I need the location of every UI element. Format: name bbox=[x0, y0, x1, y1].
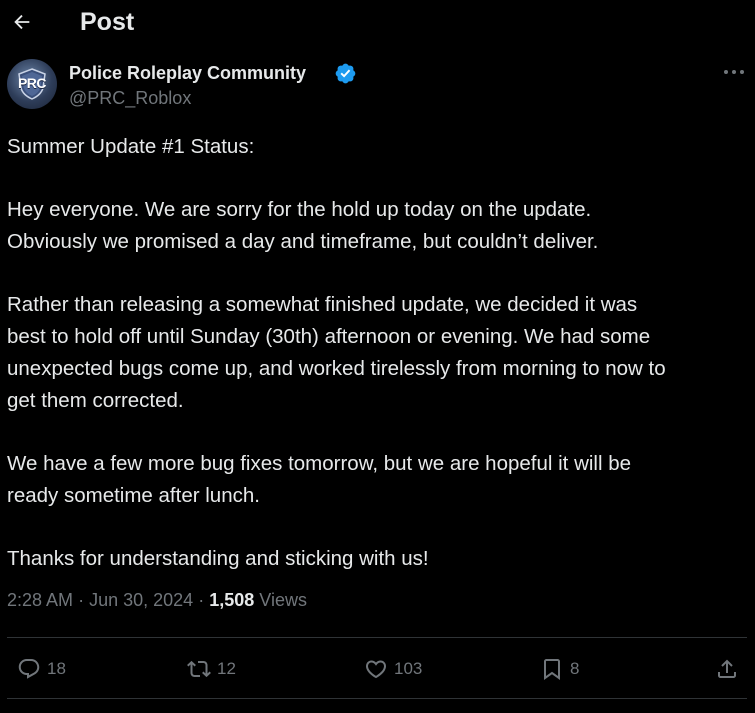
post-line: Thanks for understanding and sticking wi… bbox=[7, 547, 429, 570]
share-button[interactable] bbox=[715, 650, 739, 688]
post-author: PRC Police Roleplay Community @PRC_Roblo… bbox=[7, 59, 747, 115]
author-display-name[interactable]: Police Roleplay Community bbox=[69, 63, 306, 84]
separator: · bbox=[198, 590, 205, 610]
post-line: Hey everyone. We are sorry for the hold … bbox=[7, 198, 592, 221]
avatar-logo-text: PRC bbox=[17, 75, 47, 91]
post-date[interactable]: Jun 30, 2024 bbox=[89, 590, 193, 610]
bookmark-count: 8 bbox=[570, 659, 580, 678]
divider bbox=[7, 698, 747, 699]
post-line: Obviously we promised a day and timefram… bbox=[7, 230, 599, 253]
page-title: Post bbox=[80, 8, 135, 36]
post-line: get them corrected. bbox=[7, 389, 184, 412]
repost-count: 12 bbox=[217, 659, 236, 678]
more-options-button[interactable] bbox=[721, 62, 747, 82]
post-metadata: 2:28 AM · Jun 30, 2024 · 1,508 Views bbox=[7, 590, 307, 611]
post-line: We have a few more bug fixes tomorrow, b… bbox=[7, 452, 632, 475]
like-button[interactable]: 103 bbox=[364, 650, 422, 688]
more-horizontal-icon bbox=[724, 70, 744, 74]
share-icon bbox=[718, 659, 736, 678]
reply-icon bbox=[18, 659, 40, 679]
arrow-left-icon bbox=[14, 14, 30, 30]
action-bar: 18 12 103 8 bbox=[0, 650, 755, 688]
post-line: Rather than releasing a somewhat finishe… bbox=[7, 293, 638, 316]
divider bbox=[7, 637, 747, 638]
like-count: 103 bbox=[394, 659, 423, 678]
post-line: Summer Update #1 Status: bbox=[7, 135, 255, 158]
repost-button[interactable]: 12 bbox=[187, 650, 236, 688]
back-button[interactable] bbox=[8, 6, 36, 38]
bookmark-button[interactable]: 8 bbox=[540, 650, 579, 688]
post-line: best to hold off until Sunday (30th) aft… bbox=[7, 325, 651, 348]
post-line: unexpected bugs come up, and worked tire… bbox=[7, 357, 666, 380]
heart-icon bbox=[365, 660, 387, 679]
reply-count: 18 bbox=[47, 659, 66, 678]
bookmark-icon bbox=[544, 659, 560, 680]
separator: · bbox=[78, 590, 85, 610]
reply-button[interactable]: 18 bbox=[17, 650, 66, 688]
views-label: Views bbox=[259, 590, 307, 610]
views-count: 1,508 bbox=[209, 590, 255, 610]
avatar[interactable]: PRC bbox=[7, 59, 57, 109]
post-line: ready sometime after lunch. bbox=[7, 484, 260, 507]
repost-icon bbox=[187, 660, 211, 678]
post-text: Summer Update #1 Status: Hey everyone. W… bbox=[7, 131, 751, 575]
post-time[interactable]: 2:28 AM bbox=[7, 590, 73, 610]
verified-badge-icon bbox=[335, 63, 356, 84]
top-bar: Post bbox=[0, 0, 755, 46]
author-handle[interactable]: @PRC_Roblox bbox=[69, 88, 191, 109]
